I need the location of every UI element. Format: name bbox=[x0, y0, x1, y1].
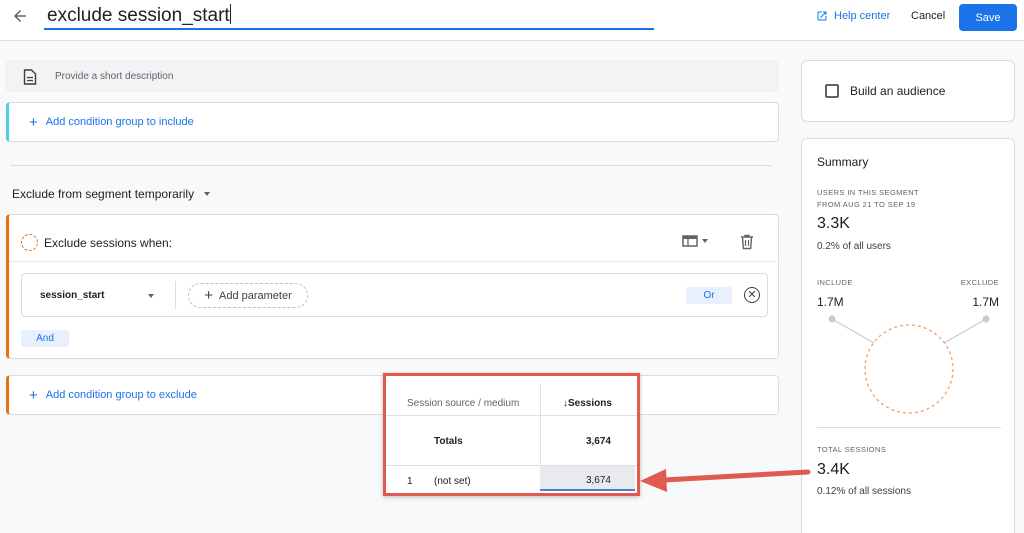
description-field[interactable]: Provide a short description bbox=[6, 60, 778, 92]
plus-icon: + bbox=[204, 287, 213, 304]
column-header-dimension[interactable]: Session source / medium bbox=[407, 398, 519, 409]
help-center-link[interactable]: Help center bbox=[816, 10, 890, 22]
segment-name-field[interactable]: exclude session_start bbox=[44, 4, 654, 30]
totals-value: 3,674 bbox=[585, 436, 611, 447]
row-dimension: (not set) bbox=[434, 476, 471, 487]
exclude-mode-label: Exclude from segment temporarily bbox=[12, 187, 195, 201]
exclude-condition-group: Exclude sessions when: session_start + A… bbox=[6, 214, 779, 359]
value-bar bbox=[540, 489, 635, 491]
section-divider bbox=[10, 165, 772, 166]
users-caption-line2: FROM AUG 21 TO SEP 19 bbox=[817, 200, 916, 209]
add-include-group-button[interactable]: + Add condition group to include bbox=[29, 113, 194, 131]
open-in-new-icon bbox=[817, 11, 827, 21]
or-button[interactable]: Or bbox=[686, 287, 732, 304]
summary-card: Summary USERS IN THIS SEGMENT FROM AUG 2… bbox=[801, 138, 1015, 533]
dropdown-arrow-icon bbox=[204, 192, 211, 196]
save-button[interactable]: Save bbox=[959, 4, 1017, 31]
document-icon bbox=[23, 69, 37, 90]
segment-venn-diagram bbox=[828, 315, 990, 414]
sessions-caption: TOTAL SESSIONS bbox=[817, 445, 887, 454]
back-arrow-icon[interactable] bbox=[11, 7, 31, 27]
table-scope-icon bbox=[682, 235, 698, 247]
row-divider bbox=[386, 415, 637, 416]
add-include-group-label: Add condition group to include bbox=[45, 116, 194, 128]
include-condition-group: + Add condition group to include bbox=[6, 102, 779, 142]
scope-selector-button[interactable] bbox=[682, 235, 708, 247]
exclude-mode-dropdown[interactable]: Exclude from segment temporarily bbox=[12, 187, 211, 201]
event-selector[interactable]: session_start bbox=[40, 290, 155, 301]
add-exclude-group-button[interactable]: + Add condition group to exclude bbox=[29, 386, 197, 404]
exclude-condition-title: Exclude sessions when: bbox=[44, 236, 173, 250]
cancel-button[interactable]: Cancel bbox=[911, 10, 945, 22]
row-value: 3,674 bbox=[585, 475, 611, 486]
plus-icon: + bbox=[29, 113, 38, 131]
dropdown-arrow-icon bbox=[702, 239, 708, 243]
description-placeholder: Provide a short description bbox=[55, 71, 174, 82]
users-caption-line1: USERS IN THIS SEGMENT bbox=[817, 188, 920, 197]
row-index: 1 bbox=[407, 476, 413, 487]
help-center-label: Help center bbox=[834, 10, 891, 22]
users-percentage: 0.2% of all users bbox=[817, 241, 891, 252]
summary-title: Summary bbox=[817, 155, 869, 169]
add-exclude-group-label: Add condition group to exclude bbox=[45, 389, 197, 401]
exclude-caption: EXCLUDE bbox=[960, 278, 999, 287]
remove-condition-icon[interactable]: ✕ bbox=[744, 287, 760, 303]
dropdown-arrow-icon bbox=[148, 293, 155, 298]
delete-icon[interactable] bbox=[740, 234, 754, 255]
totals-label: Totals bbox=[434, 436, 463, 447]
sessions-value: 3.4K bbox=[817, 461, 850, 478]
sessions-percentage: 0.12% of all sessions bbox=[817, 486, 911, 497]
event-name: session_start bbox=[40, 290, 105, 301]
users-value: 3.3K bbox=[817, 215, 850, 232]
build-audience-checkbox[interactable] bbox=[825, 84, 839, 98]
card-divider bbox=[9, 261, 779, 262]
report-table-callout: Session source / medium ↓Sessions Totals… bbox=[383, 373, 640, 496]
include-caption: INCLUDE bbox=[817, 278, 853, 287]
and-button[interactable]: And bbox=[21, 330, 69, 347]
column-header-sessions[interactable]: ↓Sessions bbox=[563, 398, 612, 409]
summary-divider bbox=[817, 427, 1001, 428]
add-parameter-button[interactable]: + Add parameter bbox=[188, 283, 308, 308]
plus-icon: + bbox=[29, 386, 38, 404]
top-bar: exclude session_start Help center Cancel… bbox=[0, 0, 1024, 41]
build-audience-label: Build an audience bbox=[850, 84, 946, 98]
condition-row: session_start + Add parameter Or ✕ bbox=[21, 273, 768, 317]
include-value: 1.7M bbox=[817, 295, 844, 309]
vertical-separator bbox=[175, 281, 176, 309]
add-parameter-label: Add parameter bbox=[219, 289, 292, 302]
exclude-value: 1.7M bbox=[972, 295, 999, 309]
text-cursor bbox=[229, 4, 231, 24]
users-caption: USERS IN THIS SEGMENT FROM AUG 21 TO SEP… bbox=[817, 187, 919, 211]
segment-name-text: exclude session_start bbox=[47, 5, 230, 26]
build-audience-card: Build an audience bbox=[801, 60, 1015, 122]
dashed-circle-icon bbox=[21, 234, 38, 251]
